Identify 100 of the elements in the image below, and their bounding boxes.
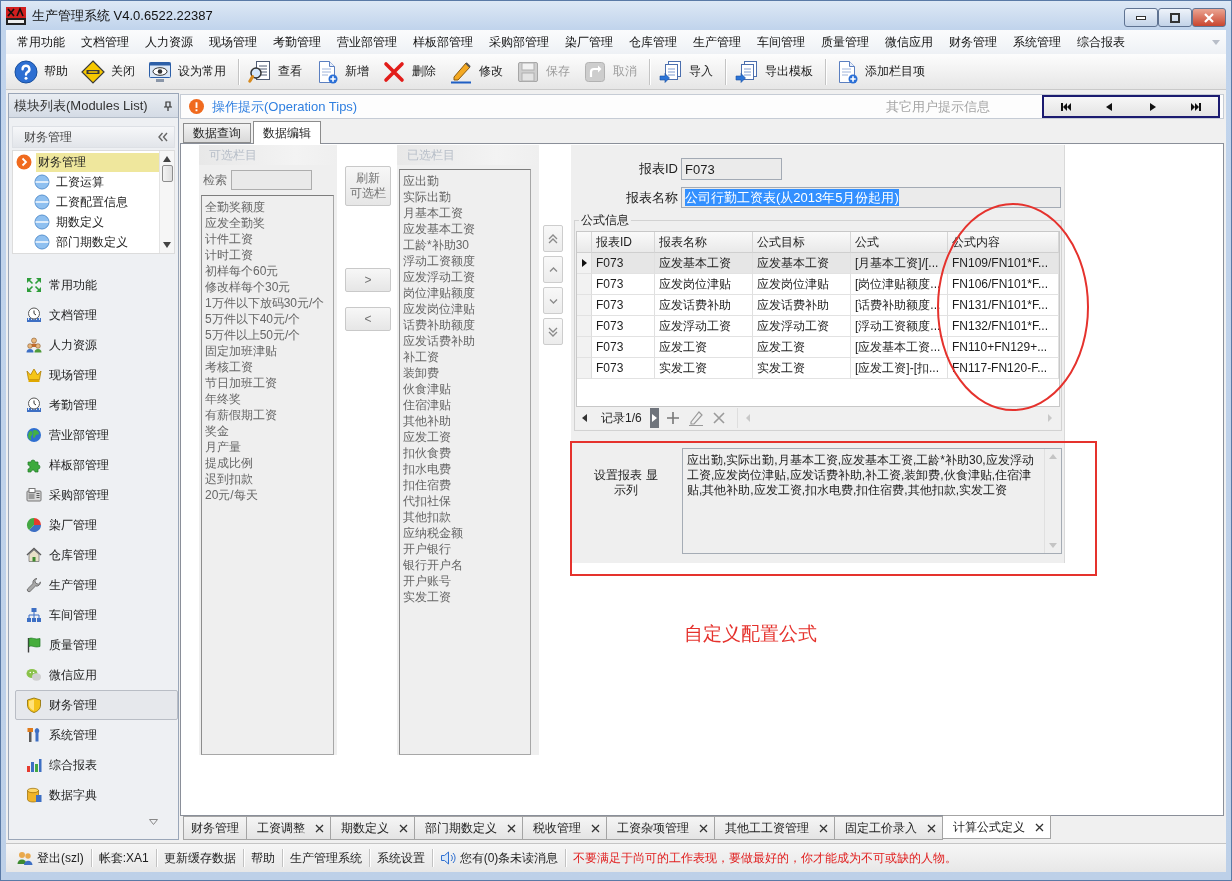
- module-nav-item[interactable]: 微信应用: [15, 660, 178, 690]
- tree-item[interactable]: 部门期数定义: [54, 232, 159, 252]
- toolbar-button[interactable]: 添加栏目项: [830, 56, 933, 87]
- scrollbar[interactable]: [159, 151, 174, 253]
- menu-item[interactable]: 质量管理: [813, 32, 877, 52]
- close-icon[interactable]: [507, 823, 516, 833]
- toolbar-button[interactable]: 帮助: [9, 56, 76, 87]
- caret-down-icon[interactable]: [149, 819, 158, 825]
- column-header[interactable]: 公式: [851, 232, 948, 253]
- close-icon[interactable]: [1035, 822, 1044, 832]
- close-icon[interactable]: [399, 823, 408, 833]
- menu-item[interactable]: 营业部管理: [329, 32, 405, 52]
- menu-item[interactable]: 采购部管理: [481, 32, 557, 52]
- next-button[interactable]: [649, 408, 659, 428]
- module-nav-item[interactable]: 样板部管理: [15, 450, 178, 480]
- column-header[interactable]: 公式目标: [753, 232, 851, 253]
- menu-item[interactable]: 综合报表: [1069, 32, 1133, 52]
- module-nav-item[interactable]: 营业部管理: [15, 420, 178, 450]
- status-link[interactable]: 帮助: [243, 847, 282, 869]
- document-tab[interactable]: 税收管理: [523, 816, 607, 840]
- menu-item[interactable]: 样板部管理: [405, 32, 481, 52]
- module-nav-item[interactable]: 考勤管理: [15, 390, 178, 420]
- document-tab[interactable]: 固定工价录入: [835, 816, 943, 840]
- menu-item[interactable]: 财务管理: [941, 32, 1005, 52]
- menu-item[interactable]: 染厂管理: [557, 32, 621, 52]
- module-nav-item[interactable]: 数据字典: [15, 780, 178, 810]
- document-tab[interactable]: 工资杂项管理: [607, 816, 715, 840]
- logout-button[interactable]: 登出(szl): [10, 847, 91, 869]
- toolbar-button[interactable]: 关闭: [76, 56, 143, 87]
- document-tab[interactable]: 计算公式定义: [943, 815, 1051, 839]
- display-columns-field[interactable]: 应出勤,实际出勤,月基本工资,应发基本工资,工龄*补助30,应发浮动工资,应发岗位津贴,应发话费补助,补工资,装卸费,伙食津贴,住宿津贴,其他补助,应发工资,扣水电费,扣住宿费,其他扣款,实发工资: [682, 448, 1062, 554]
- move-button[interactable]: [543, 225, 563, 252]
- module-nav-item[interactable]: 采购部管理: [15, 480, 178, 510]
- tree-item[interactable]: 工资配置信息: [54, 192, 159, 212]
- document-tab[interactable]: 期数定义: [331, 816, 415, 840]
- search-field[interactable]: [231, 170, 312, 190]
- module-nav-item[interactable]: 现场管理: [15, 360, 178, 390]
- close-icon[interactable]: [699, 823, 708, 833]
- document-tab[interactable]: 工资调整: [247, 816, 331, 840]
- toolbar-button[interactable]: 设为常用: [143, 56, 234, 87]
- status-link[interactable]: 更新缓存数据: [156, 847, 243, 869]
- tab[interactable]: 数据查询: [183, 123, 251, 143]
- scroll-thumb[interactable]: [161, 165, 173, 182]
- tree-item[interactable]: 工资运算: [54, 172, 159, 192]
- status-link[interactable]: 生产管理系统: [282, 847, 369, 869]
- document-tab[interactable]: 其他工工资管理: [715, 816, 835, 840]
- report-id-field[interactable]: F073: [681, 158, 782, 180]
- toolbar-button[interactable]: 新增: [310, 56, 377, 87]
- tree-item[interactable]: 财务管理: [36, 152, 159, 172]
- menu-item[interactable]: 微信应用: [877, 32, 941, 52]
- table-row[interactable]: F073 应发工资 应发工资 [应发基本工资... FN110+FN129+...: [577, 337, 1059, 358]
- module-nav-item[interactable]: 染厂管理: [15, 510, 178, 540]
- module-nav-item[interactable]: 常用功能: [15, 270, 178, 300]
- table-row[interactable]: F073 应发浮动工资 应发浮动工资 [浮动工资额度... FN132/FN101*F...: [577, 316, 1059, 337]
- toolbar-button[interactable]: 导出模板: [730, 56, 821, 87]
- tab[interactable]: 数据编辑: [253, 121, 321, 144]
- module-nav-item[interactable]: 质量管理: [15, 630, 178, 660]
- module-nav-item[interactable]: 文档管理: [15, 300, 178, 330]
- toolbar-button[interactable]: 删除: [377, 56, 444, 87]
- close-icon[interactable]: [591, 823, 600, 833]
- refresh-button[interactable]: 刷新可选栏: [345, 166, 391, 206]
- document-tab[interactable]: 财务管理: [183, 816, 247, 840]
- module-nav-item[interactable]: 综合报表: [15, 750, 178, 780]
- column-header[interactable]: 报表ID: [592, 232, 655, 253]
- close-button[interactable]: [1192, 8, 1226, 27]
- close-icon[interactable]: [819, 823, 828, 833]
- menu-item[interactable]: 生产管理: [685, 32, 749, 52]
- move-button[interactable]: [543, 318, 563, 345]
- menu-item[interactable]: 仓库管理: [621, 32, 685, 52]
- close-icon[interactable]: [315, 823, 324, 833]
- module-nav-item[interactable]: 生产管理: [15, 570, 178, 600]
- messages-button[interactable]: 您有(0)条未读消息: [432, 847, 566, 869]
- module-nav-item[interactable]: 系统管理: [15, 720, 178, 750]
- menu-item[interactable]: 人力资源: [137, 32, 201, 52]
- table-row[interactable]: F073 应发话费补助 应发话费补助 [话费补助额度... FN131/FN101*F...: [577, 295, 1059, 316]
- toolbar-button[interactable]: 查看: [243, 56, 310, 87]
- module-nav-item[interactable]: 仓库管理: [15, 540, 178, 570]
- status-link[interactable]: 系统设置: [369, 847, 432, 869]
- row-selector[interactable]: [577, 253, 592, 274]
- minimize-button[interactable]: [1124, 8, 1158, 27]
- document-tab[interactable]: 部门期数定义: [415, 816, 523, 840]
- move-button[interactable]: [543, 287, 563, 314]
- tips-title[interactable]: 操作提示(Operation Tips): [212, 97, 358, 116]
- close-icon[interactable]: [927, 823, 936, 833]
- module-nav-item[interactable]: 车间管理: [15, 600, 178, 630]
- menu-item[interactable]: 现场管理: [201, 32, 265, 52]
- table-row[interactable]: F073 应发基本工资 应发基本工资 [月基本工资]/[... FN109/FN101*F...: [577, 253, 1059, 274]
- toolbar-button[interactable]: 导入: [654, 56, 721, 87]
- transfer-button[interactable]: >: [345, 268, 391, 292]
- menu-item[interactable]: 车间管理: [749, 32, 813, 52]
- menu-item[interactable]: 常用功能: [9, 32, 73, 52]
- menu-item[interactable]: 文档管理: [73, 32, 137, 52]
- pin-icon[interactable]: [163, 100, 173, 111]
- menu-item[interactable]: 系统管理: [1005, 32, 1069, 52]
- double-chevron-left-icon[interactable]: [158, 132, 168, 142]
- transfer-button[interactable]: <: [345, 307, 391, 331]
- maximize-button[interactable]: [1158, 8, 1192, 27]
- table-row[interactable]: F073 实发工资 实发工资 [应发工资]-[扣... FN117-FN120-F...: [577, 358, 1059, 379]
- module-nav-item[interactable]: 财务管理: [15, 690, 178, 720]
- menu-item[interactable]: 考勤管理: [265, 32, 329, 52]
